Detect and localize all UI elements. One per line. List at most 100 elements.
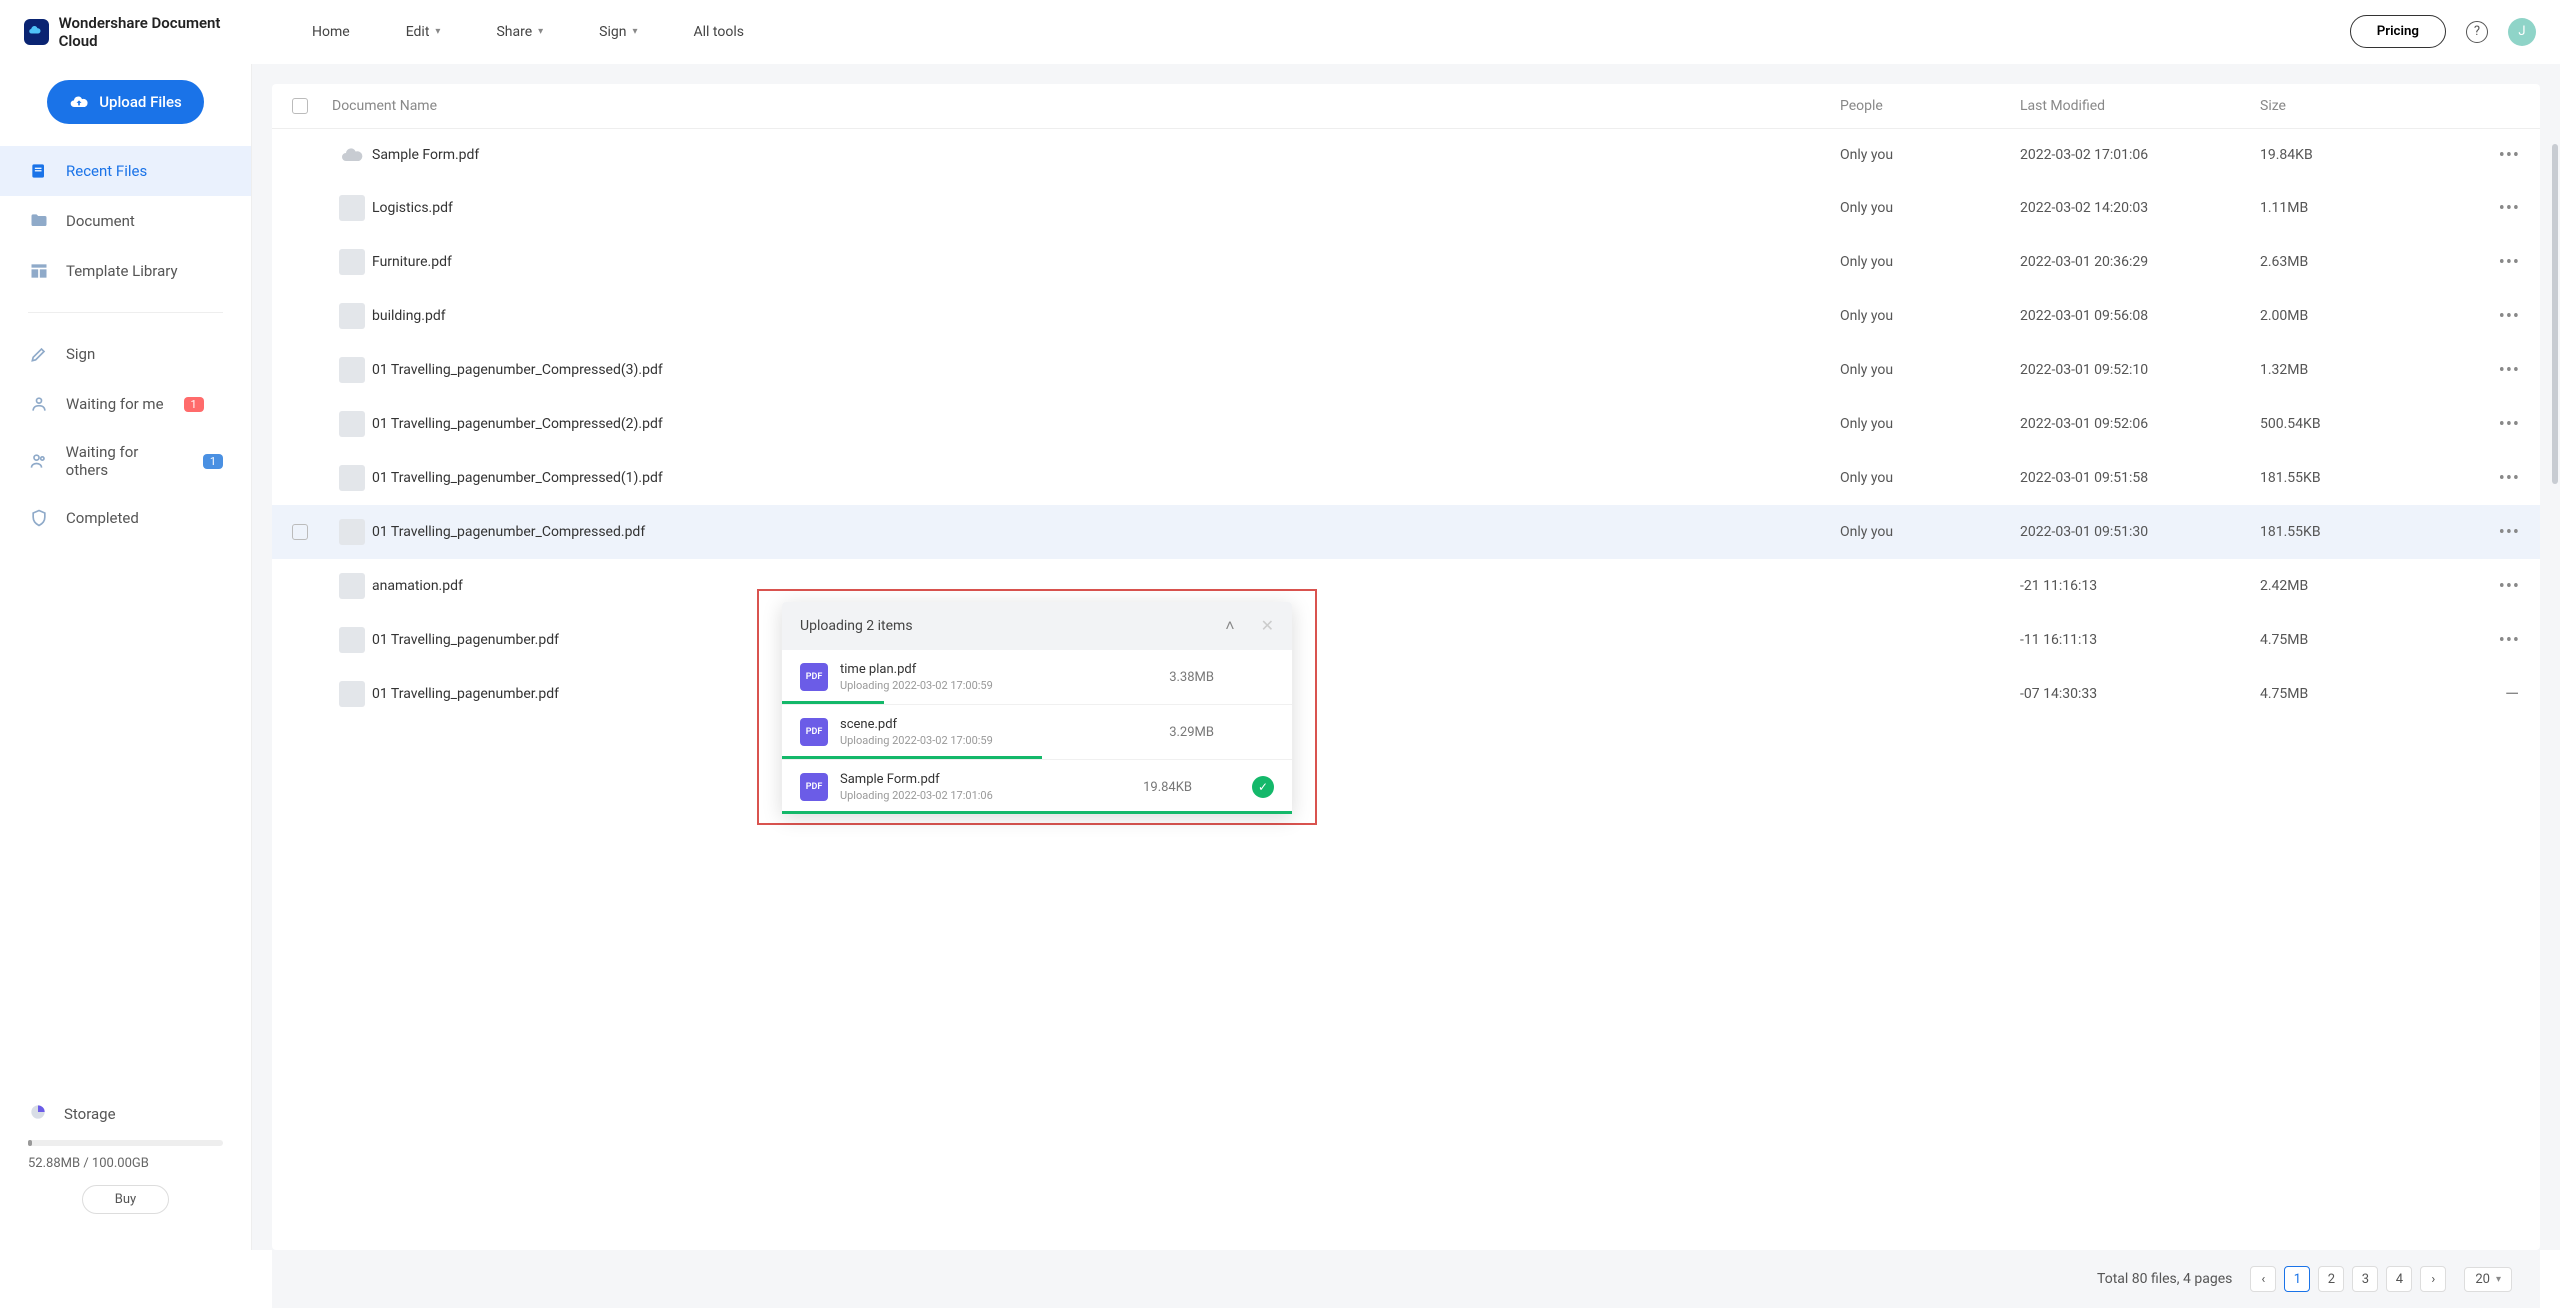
row-more-icon[interactable]: ••• [2460,145,2520,166]
upload-file-status: Uploading 2022-03-02 17:00:59 [840,679,1169,692]
logo[interactable]: Wondershare Document Cloud [24,14,252,50]
file-size: 4.75MB [2260,686,2460,702]
file-size: 2.63MB [2260,254,2460,270]
nav-home[interactable]: Home [312,24,350,40]
file-people: Only you [1840,524,2020,540]
nav-alltools[interactable]: All tools [694,24,744,40]
file-size: 181.55KB [2260,524,2460,540]
footer: Total 80 files, 4 pages ‹ 1 2 3 4 › 20▾ [272,1250,2540,1308]
col-people[interactable]: People [1840,98,2020,114]
chevron-down-icon: ▾ [538,26,543,37]
row-more-icon[interactable]: ••• [2460,360,2520,381]
buy-button[interactable]: Buy [82,1185,169,1214]
upload-file-name: Sample Form.pdf [840,772,1143,787]
table-row[interactable]: 01 Travelling_pagenumber_Compressed(2).p… [272,397,2540,451]
file-modified: -11 16:11:13 [2020,632,2260,648]
file-modified: 2022-03-01 09:51:30 [2020,524,2260,540]
file-name: 01 Travelling_pagenumber_Compressed(3).p… [372,362,1840,378]
sidebar-item-document[interactable]: Document [0,196,251,246]
page-prev[interactable]: ‹ [2250,1266,2276,1292]
row-more-icon[interactable]: ••• [2460,630,2520,651]
file-size: 1.32MB [2260,362,2460,378]
row-more-icon[interactable]: ••• [2460,576,2520,597]
upload-popup: Uploading 2 items ˄ ✕ PDF time plan.pdf Up… [782,602,1292,814]
file-name: 01 Travelling_pagenumber_Compressed.pdf [372,524,1840,540]
row-more-icon[interactable]: ••• [2460,306,2520,327]
footer-info: Total 80 files, 4 pages [2097,1271,2232,1287]
row-more-icon[interactable]: ••• [2460,414,2520,435]
cloud-icon [340,143,364,167]
file-thumbnail-icon [339,357,365,383]
file-modified: 2022-03-01 09:52:10 [2020,362,2260,378]
row-more-icon[interactable]: ••• [2460,198,2520,219]
file-thumbnail-icon [339,249,365,275]
table-row[interactable]: 01 Travelling_pagenumber_Compressed(3).p… [272,343,2540,397]
nav-edit[interactable]: Edit▾ [406,24,441,40]
pricing-button[interactable]: Pricing [2350,15,2446,48]
table-row[interactable]: Furniture.pdfOnly you2022-03-01 20:36:29… [272,235,2540,289]
sidebar-item-recent[interactable]: Recent Files [0,146,251,196]
row-more-icon[interactable]: — [2460,684,2520,705]
users-icon [28,450,50,472]
table-row[interactable]: anamation.pdf-21 11:16:132.42MB••• [272,559,2540,613]
select-all-checkbox[interactable] [292,98,308,114]
pager: ‹ 1 2 3 4 › [2250,1266,2446,1292]
storage-block: Storage 52.88MB / 100.00GB Buy [0,1084,251,1250]
page-3[interactable]: 3 [2352,1266,2378,1292]
table-row[interactable]: 01 Travelling_pagenumber_Compressed.pdfO… [272,505,2540,559]
shield-icon [28,507,50,529]
upload-file-name: time plan.pdf [840,662,1169,677]
collapse-icon[interactable]: ˄ [1225,616,1234,636]
files-icon [28,160,50,182]
file-size: 2.00MB [2260,308,2460,324]
file-name: Sample Form.pdf [372,147,1840,163]
col-modified[interactable]: Last Modified [2020,98,2260,114]
topbar: Wondershare Document Cloud Home Edit▾ Sh… [0,0,2560,64]
upload-file-name: scene.pdf [840,717,1169,732]
upload-button[interactable]: Upload Files [47,80,204,124]
file-thumbnail-icon [339,195,365,221]
page-4[interactable]: 4 [2386,1266,2412,1292]
sidebar-item-waiting-others[interactable]: Waiting for others 1 [0,429,251,493]
table-row[interactable]: Logistics.pdfOnly you2022-03-02 14:20:03… [272,181,2540,235]
table-row[interactable]: 01 Travelling_pagenumber_Compressed(1).p… [272,451,2540,505]
row-more-icon[interactable]: ••• [2460,468,2520,489]
row-more-icon[interactable]: ••• [2460,522,2520,543]
sidebar-item-waiting-me[interactable]: Waiting for me 1 [0,379,251,429]
storage-label: Storage [64,1105,116,1123]
file-people: Only you [1840,470,2020,486]
table-row[interactable]: building.pdfOnly you2022-03-01 09:56:082… [272,289,2540,343]
top-right: Pricing ? J [2350,15,2536,48]
sidebar-item-completed[interactable]: Completed [0,493,251,543]
nav-share[interactable]: Share▾ [496,24,543,40]
table-row[interactable]: 01 Travelling_pagenumber.pdf-11 16:11:13… [272,613,2540,667]
row-checkbox[interactable] [292,524,308,540]
page-next[interactable]: › [2420,1266,2446,1292]
cloud-upload-icon [69,92,89,112]
avatar[interactable]: J [2508,18,2536,46]
close-icon[interactable]: ✕ [1261,616,1274,636]
col-size[interactable]: Size [2260,98,2460,114]
sidebar-item-template[interactable]: Template Library [0,246,251,296]
help-icon[interactable]: ? [2466,21,2488,43]
nav-sign[interactable]: Sign▾ [599,24,637,40]
row-more-icon[interactable]: ••• [2460,252,2520,273]
pdf-icon: PDF [800,773,828,801]
table-row[interactable]: 01 Travelling_pagenumber.pdf-07 14:30:33… [272,667,2540,721]
file-people: Only you [1840,254,2020,270]
upload-popup-title: Uploading 2 items [800,618,913,634]
pdf-icon: PDF [800,663,828,691]
template-icon [28,260,50,282]
col-name[interactable]: Document Name [332,98,1840,114]
file-people: Only you [1840,416,2020,432]
file-size: 1.11MB [2260,200,2460,216]
table-row[interactable]: Sample Form.pdfOnly you2022-03-02 17:01:… [272,129,2540,181]
page-size-select[interactable]: 20▾ [2464,1267,2512,1292]
upload-progress-bar [782,811,1292,814]
file-modified: 2022-03-02 14:20:03 [2020,200,2260,216]
file-thumbnail-icon [339,411,365,437]
page-2[interactable]: 2 [2318,1266,2344,1292]
page-1[interactable]: 1 [2284,1266,2310,1292]
sidebar-item-sign[interactable]: Sign [0,329,251,379]
storage-text: 52.88MB / 100.00GB [28,1156,223,1171]
